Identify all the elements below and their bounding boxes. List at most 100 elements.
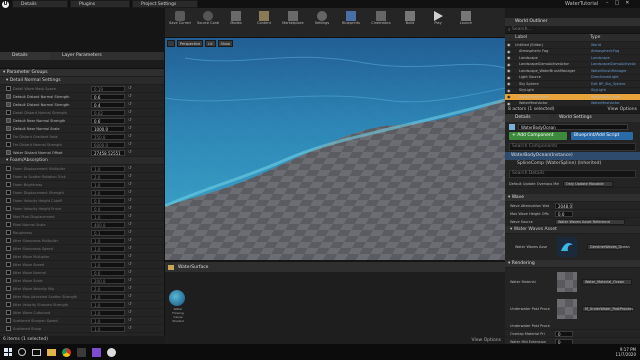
reset-arrow-icon[interactable]: ↺ (128, 278, 132, 283)
param-value-field[interactable]: 27458.52551 (91, 149, 125, 156)
param-override-checkbox[interactable] (6, 310, 11, 315)
param-override-checkbox[interactable] (6, 262, 11, 267)
wave-source-dropdown[interactable]: Water Waves Asset Reference (555, 218, 625, 225)
param-override-checkbox[interactable] (6, 166, 11, 171)
unreal-taskbar-icon[interactable] (107, 347, 116, 357)
wave-attenuation-field[interactable]: 2048.0 (555, 202, 573, 209)
reset-arrow-icon[interactable]: ↺ (128, 86, 132, 91)
reset-arrow-icon[interactable]: ↺ (128, 302, 132, 307)
perspective-button[interactable]: Perspective (177, 40, 204, 47)
param-value-field[interactable]: 0.02 (91, 109, 125, 116)
actor-name-field[interactable]: WaterBodyOcean (518, 124, 628, 130)
wave-section-header[interactable]: ▾ Wave (505, 194, 640, 202)
reset-arrow-icon[interactable]: ↺ (128, 126, 132, 131)
reset-arrow-icon[interactable]: ↺ (128, 166, 132, 171)
param-value-field[interactable]: 1.0 (91, 181, 125, 188)
reset-arrow-icon[interactable]: ↺ (128, 150, 132, 155)
param-override-checkbox[interactable] (6, 94, 11, 99)
visibility-eye-icon[interactable]: ◉ (505, 49, 513, 54)
marketplace-button[interactable]: Marketplace (281, 11, 305, 25)
param-value-field[interactable]: 1.0 (91, 165, 125, 172)
visibility-eye-icon[interactable]: ◉ (505, 68, 513, 73)
save-current-button[interactable]: Save Current (169, 11, 191, 25)
param-value-field[interactable]: 1.0 (91, 317, 125, 324)
unreal-logo-icon[interactable]: U (2, 1, 9, 8)
reset-arrow-icon[interactable]: ↺ (128, 174, 132, 179)
details-search-bar[interactable] (0, 60, 164, 69)
add-component-button[interactable]: + Add Component (509, 132, 567, 140)
param-override-checkbox[interactable] (6, 190, 11, 195)
reset-arrow-icon[interactable]: ↺ (128, 230, 132, 235)
reset-arrow-icon[interactable]: ↺ (128, 94, 132, 99)
param-value-field[interactable]: 0.4 (91, 101, 125, 108)
chrome-icon[interactable] (62, 347, 71, 357)
reset-arrow-icon[interactable]: ↺ (128, 118, 132, 123)
visibility-eye-icon[interactable]: ◉ (505, 94, 513, 99)
param-value-field[interactable]: 400.0 (91, 221, 125, 228)
param-override-checkbox[interactable] (6, 278, 11, 283)
water-material-thumbnail[interactable] (557, 272, 577, 292)
param-value-field[interactable]: 1.0 (91, 325, 125, 332)
reset-arrow-icon[interactable]: ↺ (128, 246, 132, 251)
blueprint-add-script-button[interactable]: Blueprint/Add Script (571, 132, 633, 140)
component-spline[interactable]: SplineComp (WaterSpline) (Inherited) (505, 160, 640, 168)
tab-layer-parameters[interactable]: Layer Parameters (50, 52, 120, 60)
waves-asset-section[interactable]: ▾ Water Waves Asset (505, 226, 640, 234)
viewport-options-button[interactable] (167, 40, 175, 47)
param-value-field[interactable]: 250.0 (91, 133, 125, 140)
param-override-checkbox[interactable] (6, 126, 11, 131)
param-value-field[interactable]: 0.19 (91, 85, 125, 92)
param-value-field[interactable]: 0.1 (91, 229, 125, 236)
param-value-field[interactable]: 0.6 (91, 117, 125, 124)
param-override-checkbox[interactable] (6, 110, 11, 115)
max-wave-height-field[interactable]: 0.0 (555, 210, 573, 217)
breadcrumb-path[interactable]: WaterSurface (178, 265, 208, 270)
param-value-field[interactable]: 2.0 (91, 285, 125, 292)
reset-arrow-icon[interactable]: ↺ (128, 254, 132, 259)
foam-section-header[interactable]: ▾ Foam/Absorption (0, 157, 164, 165)
reset-arrow-icon[interactable]: ↺ (128, 294, 132, 299)
visual-studio-icon[interactable] (92, 347, 101, 357)
outliner-view-options[interactable]: View Options (608, 106, 637, 113)
param-override-checkbox[interactable] (6, 238, 11, 243)
wave-asset-thumbnail[interactable] (557, 237, 577, 257)
content-button[interactable]: Content (253, 11, 275, 25)
tab-world-settings[interactable]: World Settings (549, 114, 609, 122)
play-button[interactable]: Play (427, 11, 449, 25)
param-value-field[interactable]: 1.0 (91, 245, 125, 252)
param-override-checkbox[interactable] (6, 182, 11, 187)
reset-arrow-icon[interactable]: ↺ (128, 198, 132, 203)
show-button[interactable]: Show (217, 40, 234, 47)
visibility-eye-icon[interactable]: ◉ (505, 88, 513, 93)
reset-arrow-icon[interactable]: ↺ (128, 262, 132, 267)
maximize-icon[interactable]: □ (615, 0, 620, 8)
source-control-button[interactable]: Source Control (197, 11, 219, 25)
reset-arrow-icon[interactable]: ↺ (128, 206, 132, 211)
search-components-input[interactable]: Search Components (509, 143, 636, 151)
param-override-checkbox[interactable] (6, 198, 11, 203)
param-value-field[interactable]: 2.0 (91, 189, 125, 196)
param-override-checkbox[interactable] (6, 222, 11, 227)
param-override-checkbox[interactable] (6, 102, 11, 107)
tab-details-left[interactable]: Details (0, 52, 50, 60)
visibility-eye-icon[interactable]: ◉ (505, 55, 513, 60)
param-override-checkbox[interactable] (6, 286, 11, 291)
param-value-field[interactable]: 1.0 (91, 237, 125, 244)
param-override-checkbox[interactable] (6, 214, 11, 219)
reset-arrow-icon[interactable]: ↺ (128, 238, 132, 243)
content-view-options[interactable]: View Options (472, 338, 501, 343)
media-icon[interactable] (77, 347, 86, 357)
tab-details[interactable]: Details (12, 0, 68, 8)
asset-tile[interactable]: Water Flowing Cause Shaded (169, 290, 187, 323)
detail-normal-header[interactable]: ▾ Detail Normal Settings (0, 77, 164, 85)
param-value-field[interactable]: 1000.0 (91, 125, 125, 132)
param-value-field[interactable]: 6000.0 (91, 141, 125, 148)
reset-arrow-icon[interactable]: ↺ (128, 182, 132, 187)
param-override-checkbox[interactable] (6, 270, 11, 275)
param-value-field[interactable]: 0.0 (91, 205, 125, 212)
param-value-field[interactable]: 1.0 (91, 213, 125, 220)
reset-arrow-icon[interactable]: ↺ (128, 142, 132, 147)
folder-icon[interactable] (47, 348, 56, 356)
reset-arrow-icon[interactable]: ↺ (128, 134, 132, 139)
rendering-section-header[interactable]: ▾ Rendering (505, 260, 640, 268)
